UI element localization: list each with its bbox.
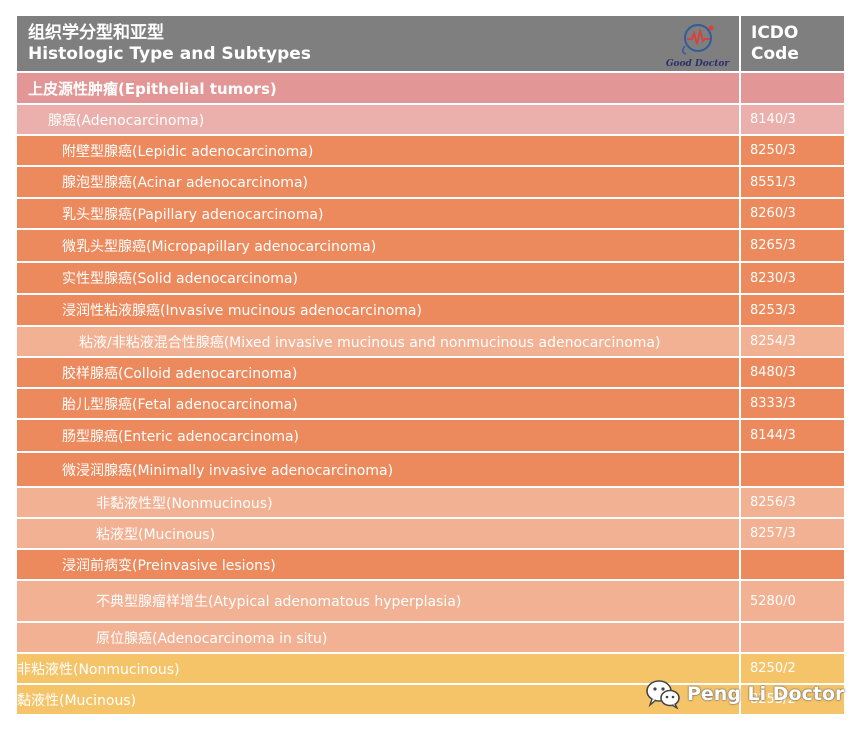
- histologic-type-cell: 浸润性粘液腺癌(Invasive mucinous adenocarcinoma…: [17, 295, 741, 325]
- table-row: 腺癌(Adenocarcinoma) 8140/3: [17, 105, 844, 136]
- stethoscope-heart-icon: [682, 24, 714, 55]
- icdo-code-cell: 8256/3: [750, 495, 796, 510]
- histologic-type-cell: 乳头型腺癌(Papillary adenocarcinoma): [17, 199, 741, 228]
- histologic-type-cell: 微浸润腺癌(Minimally invasive adenocarcinoma): [17, 453, 741, 486]
- histologic-type-cell: 腺癌(Adenocarcinoma): [17, 105, 741, 134]
- table-row: 原位腺癌(Adenocarcinoma in situ): [17, 623, 844, 654]
- icdo-code-cell: 8144/3: [750, 428, 796, 443]
- histologic-type-cell: 上皮源性肿瘤(Epithelial tumors): [17, 73, 741, 103]
- histologic-type-cell: 不典型腺瘤样增生(Atypical adenomatous hyperplasi…: [17, 581, 741, 621]
- table-row: 乳头型腺癌(Papillary adenocarcinoma) 8260/3: [17, 199, 844, 230]
- histologic-type-cell: 腺泡型腺癌(Acinar adenocarcinoma): [17, 167, 741, 197]
- icdo-code-cell: 5280/0: [750, 593, 796, 609]
- watermark-text: Peng Li Doctor: [687, 683, 845, 705]
- table-row: 上皮源性肿瘤(Epithelial tumors): [17, 73, 844, 105]
- table-row: 浸润性粘液腺癌(Invasive mucinous adenocarcinoma…: [17, 295, 844, 327]
- code-header-cell: ICDO Code: [741, 16, 844, 71]
- table-row: 胎儿型腺癌(Fetal adenocarcinoma) 8333/3: [17, 389, 844, 420]
- icdo-code-cell: 8253/3: [750, 302, 796, 318]
- histologic-type-cell: 原位腺癌(Adenocarcinoma in situ): [17, 623, 741, 652]
- code-title-2: Code: [751, 43, 799, 64]
- watermark: Peng Li Doctor: [645, 679, 844, 709]
- table-header: 组织学分型和亚型 Histologic Type and Subtypes Go…: [17, 16, 844, 73]
- icdo-code-cell: 8257/3: [750, 526, 796, 541]
- icdo-code-cell: [741, 623, 844, 652]
- histologic-type-cell: 浸润前病变(Preinvasive lesions): [17, 550, 741, 579]
- histologic-type-cell: 粘液/非粘液混合性腺癌(Mixed invasive mucinous and …: [17, 327, 741, 356]
- logo-text: Good Doctor: [665, 59, 730, 69]
- table-row: 肠型腺癌(Enteric adenocarcinoma) 8144/3: [17, 420, 844, 453]
- icdo-code-cell: 8230/3: [750, 270, 796, 286]
- table-row: 不典型腺瘤样增生(Atypical adenomatous hyperplasi…: [17, 581, 844, 623]
- table-row: 胶样腺癌(Colloid adenocarcinoma) 8480/3: [17, 358, 844, 389]
- icdo-code-cell: 8333/3: [750, 396, 796, 411]
- table-row: 微浸润腺癌(Minimally invasive adenocarcinoma): [17, 453, 844, 488]
- table-row: 腺泡型腺癌(Acinar adenocarcinoma) 8551/3: [17, 167, 844, 199]
- table-row: 附壁型腺癌(Lepidic adenocarcinoma) 8250/3: [17, 136, 844, 167]
- good-doctor-logo: Good Doctor: [660, 20, 735, 69]
- histologic-type-cell: 粘液型(Mucinous): [17, 519, 741, 548]
- histologic-type-cell: 非黏液性型(Nonmucinous): [17, 488, 741, 517]
- icdo-code-cell: 8260/3: [750, 206, 796, 221]
- histologic-type-cell: 非粘液性(Nonmucinous): [17, 654, 741, 683]
- code-title-1: ICDO: [751, 22, 799, 43]
- table-row: 实性型腺癌(Solid adenocarcinoma) 8230/3: [17, 263, 844, 295]
- icdo-code-cell: 8140/3: [750, 112, 796, 127]
- icdo-code-cell: 8250/3: [750, 143, 796, 158]
- table-row: 粘液型(Mucinous) 8257/3: [17, 519, 844, 550]
- table-row: 浸润前病变(Preinvasive lesions): [17, 550, 844, 581]
- icdo-code-cell: 8265/3: [750, 238, 796, 253]
- type-header-cell: 组织学分型和亚型 Histologic Type and Subtypes Go…: [17, 16, 741, 71]
- icdo-code-cell: 8551/3: [750, 174, 796, 190]
- type-title-en: Histologic Type and Subtypes: [28, 43, 311, 64]
- icdo-code-cell: [741, 73, 844, 103]
- histologic-type-cell: 黏液性(Mucinous): [17, 685, 741, 714]
- table-row: 微乳头型腺癌(Micropapillary adenocarcinoma) 826…: [17, 230, 844, 263]
- histologic-type-cell: 实性型腺癌(Solid adenocarcinoma): [17, 263, 741, 293]
- histologic-type-cell: 胎儿型腺癌(Fetal adenocarcinoma): [17, 389, 741, 418]
- wechat-icon: [646, 680, 680, 709]
- histologic-type-cell: 肠型腺癌(Enteric adenocarcinoma): [17, 420, 741, 451]
- table-body: 上皮源性肿瘤(Epithelial tumors) 腺癌(Adenocarcino…: [17, 73, 844, 716]
- icdo-code-cell: [741, 550, 844, 579]
- table-row: 非黏液性型(Nonmucinous) 8256/3: [17, 488, 844, 519]
- icdo-code-cell: [741, 453, 844, 486]
- type-title-zh: 组织学分型和亚型: [28, 22, 164, 43]
- icdo-code-cell: 8254/3: [750, 334, 796, 349]
- histologic-type-cell: 微乳头型腺癌(Micropapillary adenocarcinoma): [17, 230, 741, 261]
- histologic-type-cell: 胶样腺癌(Colloid adenocarcinoma): [17, 358, 741, 387]
- icdo-code-cell: 8480/3: [750, 365, 796, 380]
- histologic-type-cell: 附壁型腺癌(Lepidic adenocarcinoma): [17, 136, 741, 165]
- histology-table: 组织学分型和亚型 Histologic Type and Subtypes Go…: [17, 16, 844, 716]
- table-row: 粘液/非粘液混合性腺癌(Mixed invasive mucinous and …: [17, 327, 844, 358]
